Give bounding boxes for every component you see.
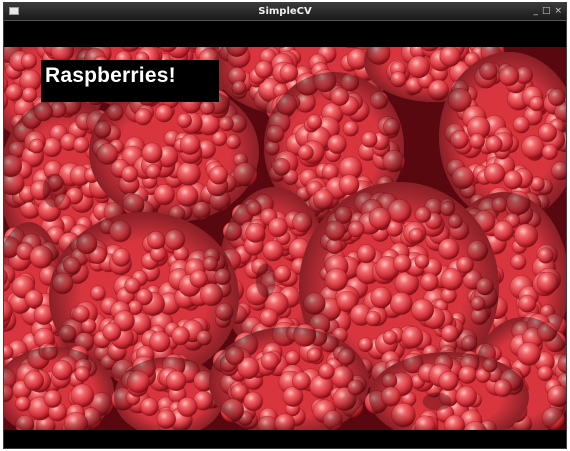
image-display[interactable]: Raspberries! bbox=[4, 47, 566, 430]
window-controls: _ □ × bbox=[533, 5, 562, 18]
close-icon[interactable]: × bbox=[554, 5, 562, 18]
minimize-icon[interactable]: _ bbox=[533, 5, 538, 18]
overlay-label: Raspberries! bbox=[41, 60, 219, 102]
maximize-icon[interactable]: □ bbox=[542, 5, 551, 18]
raspberries-image bbox=[4, 47, 566, 430]
title-bar[interactable]: SimpleCV _ □ × bbox=[4, 3, 566, 21]
simplecv-window: SimpleCV _ □ × Raspberries! bbox=[3, 2, 567, 449]
window-title: SimpleCV bbox=[258, 6, 312, 17]
berry-cluster bbox=[89, 81, 259, 223]
